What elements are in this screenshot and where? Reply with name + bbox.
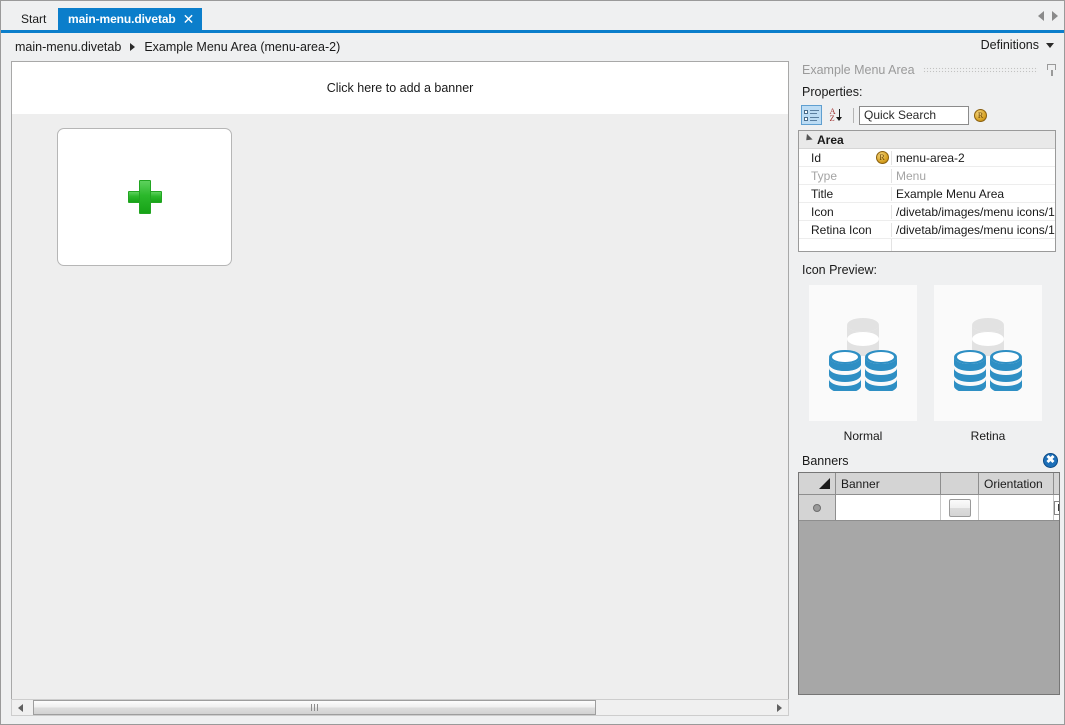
table-row[interactable]: Icon /divetab/images/menu icons/12.png	[799, 203, 1055, 221]
cell-orientation[interactable]	[979, 495, 1054, 520]
property-name: Type	[799, 169, 873, 183]
banners-grid-empty-area	[799, 521, 1059, 695]
canvas-horizontal-scrollbar[interactable]	[11, 699, 789, 716]
drag-handle-dots[interactable]	[923, 67, 1038, 74]
database-stack-icon	[827, 315, 899, 391]
panel-title: Example Menu Area	[802, 63, 915, 77]
banners-header: Banners ✖	[798, 452, 1062, 469]
scroll-left-icon[interactable]	[12, 700, 29, 715]
breadcrumb: main-menu.divetab Example Menu Area (men…	[1, 33, 1065, 60]
banners-grid-header: Banner Orientation Ret	[799, 473, 1059, 495]
browse-button[interactable]	[949, 499, 971, 517]
required-badge-icon: R	[876, 151, 889, 164]
icon-preview-retina-box	[934, 285, 1042, 421]
toolbar-divider	[853, 108, 854, 123]
column-header-banner[interactable]: Banner	[836, 473, 941, 494]
property-name: Retina Icon	[799, 223, 873, 237]
row-marker-icon	[813, 504, 821, 512]
cell-banner[interactable]	[836, 495, 941, 520]
icon-preview-retina-caption: Retina	[934, 429, 1042, 443]
banners-grid[interactable]: Banner Orientation Ret	[798, 472, 1060, 695]
property-required-badge: R	[873, 151, 891, 164]
chevron-right-icon[interactable]	[1052, 11, 1058, 21]
icon-preview-normal-box	[809, 285, 917, 421]
banners-title: Banners	[802, 454, 849, 468]
table-row[interactable]: Type Menu	[799, 167, 1055, 185]
database-stack-icon	[952, 315, 1024, 391]
row-selector[interactable]	[799, 495, 836, 520]
tab-bar: Start main-menu.divetab ✕	[1, 1, 1065, 32]
tab-main-menu-divetab-label: main-menu.divetab	[68, 12, 176, 26]
icon-preview-label: Icon Preview:	[798, 263, 1062, 277]
column-header-orientation[interactable]: Orientation	[979, 473, 1054, 494]
property-grid-empty-row	[799, 239, 1055, 252]
close-icon[interactable]: ✕	[183, 12, 195, 26]
property-category-label: Area	[817, 133, 844, 147]
alphabetical-sort-button[interactable]: AZ	[827, 105, 848, 125]
properties-panel: Example Menu Area Properties: AZ R	[798, 59, 1062, 717]
app-window: Start main-menu.divetab ✕ main-menu.dive…	[0, 0, 1065, 725]
tab-start[interactable]: Start	[11, 8, 56, 30]
column-header-retina[interactable]: Ret	[1054, 473, 1060, 494]
table-row[interactable]: Retina Icon /divetab/images/menu icons/1…	[799, 221, 1055, 239]
icon-preview-row: Normal	[798, 285, 1062, 443]
sort-az-icon: AZ	[830, 108, 846, 122]
chevron-down-icon	[1046, 43, 1054, 48]
scroll-right-icon[interactable]	[771, 700, 788, 715]
required-badge-icon[interactable]: R	[974, 109, 987, 122]
property-category-row[interactable]: Area	[799, 131, 1055, 149]
table-row[interactable]: Id R menu-area-2	[799, 149, 1055, 167]
breadcrumb-root[interactable]: main-menu.divetab	[15, 40, 121, 54]
grip-icon	[311, 704, 318, 711]
icon-preview-normal-caption: Normal	[809, 429, 917, 443]
menu-area-canvas: Click here to add a banner	[11, 61, 789, 713]
add-banner-dropzone[interactable]: Click here to add a banner	[12, 62, 788, 114]
property-grid[interactable]: Area Id R menu-area-2 Type Menu Title Ex…	[798, 130, 1056, 252]
property-value[interactable]: /divetab/images/menu icons/12.png	[891, 223, 1055, 237]
corner-triangle-icon	[819, 478, 830, 489]
select-all-header[interactable]	[799, 473, 836, 494]
property-value: Menu	[891, 169, 1055, 183]
cell-browse[interactable]	[941, 495, 979, 520]
table-row[interactable]	[799, 495, 1059, 521]
table-row[interactable]: Title Example Menu Area	[799, 185, 1055, 203]
pin-icon[interactable]	[1046, 63, 1058, 77]
definitions-dropdown[interactable]: Definitions	[981, 38, 1054, 52]
property-name: Title	[799, 187, 873, 201]
properties-toolbar: AZ R	[798, 104, 1062, 126]
property-value[interactable]: /divetab/images/menu icons/12.png	[891, 205, 1055, 219]
icon-preview-retina: Retina	[934, 285, 1042, 443]
chevron-right-icon	[130, 43, 135, 51]
plus-icon	[128, 180, 162, 214]
cell-retina[interactable]	[1054, 495, 1060, 520]
collapse-icon[interactable]	[803, 134, 814, 145]
categorized-icon	[804, 109, 819, 122]
delete-banner-icon[interactable]: ✖	[1043, 453, 1058, 468]
retina-checkbox[interactable]	[1054, 501, 1060, 515]
property-value[interactable]: Example Menu Area	[891, 187, 1055, 201]
tab-nav-arrows	[1038, 11, 1058, 21]
categorized-view-button[interactable]	[801, 105, 822, 125]
property-name: Icon	[799, 205, 873, 219]
quick-search-input[interactable]	[859, 106, 969, 125]
scrollbar-thumb[interactable]	[33, 700, 596, 715]
chevron-left-icon[interactable]	[1038, 11, 1044, 21]
column-header-blank[interactable]	[941, 473, 979, 494]
tab-start-label: Start	[21, 12, 46, 26]
add-banner-label: Click here to add a banner	[327, 81, 474, 95]
add-menu-item-card[interactable]	[57, 128, 232, 266]
property-value[interactable]: menu-area-2	[891, 151, 1055, 165]
icon-preview-normal: Normal	[809, 285, 917, 443]
breadcrumb-current[interactable]: Example Menu Area (menu-area-2)	[144, 40, 340, 54]
tab-main-menu-divetab[interactable]: main-menu.divetab ✕	[58, 8, 202, 30]
properties-label: Properties:	[798, 85, 1062, 99]
panel-header: Example Menu Area	[798, 59, 1062, 81]
property-name: Id	[799, 151, 873, 165]
definitions-label: Definitions	[981, 38, 1039, 52]
